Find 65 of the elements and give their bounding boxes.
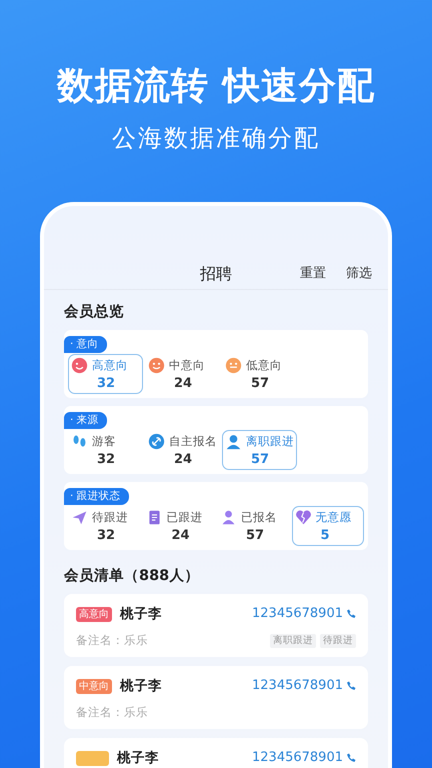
level-tag: 中意向 — [76, 678, 112, 694]
face-icon — [225, 357, 242, 374]
face-icon — [71, 357, 88, 374]
phone-number[interactable]: 12345678901 — [252, 748, 356, 768]
member-name: 桃子李 — [120, 676, 162, 696]
note-text: 备注名：乐乐 — [76, 704, 148, 722]
option-count: 24 — [170, 527, 191, 544]
filter-option[interactable]: 无意愿 5 — [292, 506, 364, 546]
phone-number[interactable]: 12345678901 — [252, 676, 356, 696]
filter-option[interactable]: 低意向 57 — [222, 354, 297, 394]
person-icon — [225, 433, 242, 450]
option-count: 24 — [173, 375, 194, 392]
option-label: 已报名 — [241, 509, 277, 526]
option-label: 自主报名 — [169, 433, 217, 450]
option-count: 57 — [250, 451, 270, 468]
option-count: 57 — [250, 375, 270, 392]
phone-number[interactable]: 12345678901 — [252, 604, 356, 624]
option-label: 待跟进 — [92, 509, 128, 526]
option-label: 游客 — [92, 433, 116, 450]
person-icon — [220, 509, 237, 526]
reset-button[interactable]: 重置 — [300, 264, 326, 284]
member-card[interactable]: 高意向 桃子李 12345678901 备注名：乐乐 离职跟进 待跟进 — [64, 594, 368, 657]
phone-icon — [346, 609, 356, 620]
status-tag: 离职跟进 — [270, 634, 316, 648]
option-label: 中意向 — [169, 357, 205, 374]
filter-option[interactable]: 高意向 32 — [68, 354, 143, 394]
option-count: 32 — [96, 527, 116, 544]
option-count: 57 — [245, 527, 266, 544]
filter-option[interactable]: 自主报名 24 — [145, 430, 220, 470]
group-tag: · 跟进状态 — [64, 488, 129, 506]
filter-button[interactable]: 筛选 — [346, 264, 372, 284]
section-title: 会员清单（888人） — [62, 566, 200, 586]
subheadline: 公海数据准确分配 — [111, 123, 321, 154]
option-label: 低意向 — [246, 357, 282, 374]
option-label: 离职跟进 — [246, 433, 294, 450]
level-tag: 高意向 — [76, 606, 112, 622]
note-text: 备注名：乐乐 — [76, 632, 148, 650]
option-label: 无意愿 — [316, 509, 352, 526]
option-label: 已跟进 — [166, 509, 202, 526]
phone-icon — [346, 753, 356, 764]
filter-option[interactable]: 离职跟进 57 — [222, 430, 297, 470]
status-tag: 待跟进 — [320, 634, 356, 648]
option-count: 32 — [96, 451, 116, 468]
filter-option[interactable]: 中意向 24 — [145, 354, 220, 394]
member-card[interactable]: 中意向 桃子李 12345678901 备注名：乐乐 — [64, 666, 368, 729]
filter-option[interactable]: 待跟进 32 — [68, 506, 140, 546]
headline: 数据流转 快速分配 — [56, 63, 376, 108]
filter-option[interactable]: 游客 32 — [68, 430, 143, 470]
paper-plane-icon — [71, 509, 88, 526]
option-count: 32 — [96, 375, 116, 392]
member-name: 桃子李 — [120, 604, 162, 624]
section-title: 会员总览 — [62, 302, 125, 322]
phone-icon — [346, 681, 356, 692]
filter-option[interactable]: 已报名 57 — [217, 506, 290, 546]
group-tag: · 意向 — [64, 336, 107, 354]
option-label: 高意向 — [92, 357, 128, 374]
face-icon — [148, 357, 165, 374]
option-count: 24 — [173, 451, 194, 468]
member-card[interactable]: 桃子李 12345678901 — [64, 738, 368, 768]
option-count: 5 — [320, 527, 331, 544]
broken-heart-icon — [294, 509, 312, 526]
member-name: 桃子李 — [117, 748, 159, 768]
group-tag: · 来源 — [64, 412, 107, 430]
filter-option[interactable]: 已跟进 24 — [142, 506, 215, 546]
page-title: 招聘 — [199, 263, 233, 286]
